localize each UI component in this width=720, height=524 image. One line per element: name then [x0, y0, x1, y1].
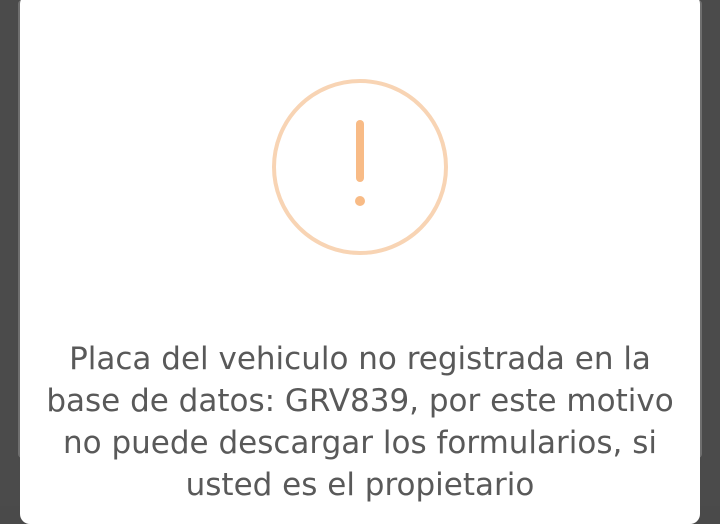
alert-message: Placa del vehiculo no registrada en la b…	[46, 341, 674, 503]
exclamation-mark-dot	[355, 196, 365, 206]
exclamation-mark-stroke	[356, 120, 364, 182]
